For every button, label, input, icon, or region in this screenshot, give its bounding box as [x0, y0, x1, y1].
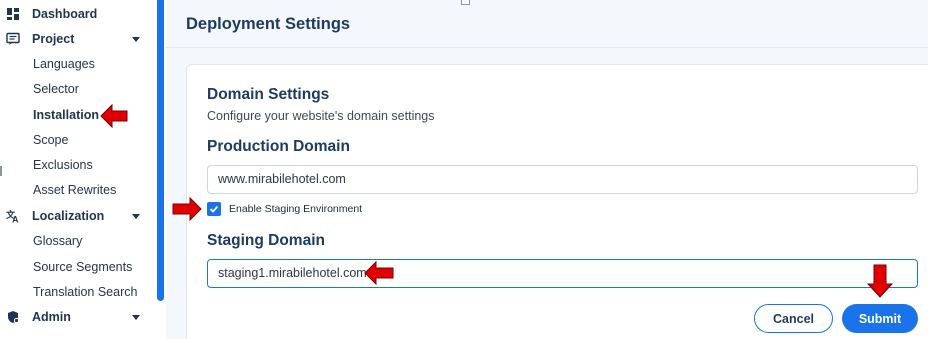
production-domain-input[interactable]: www.mirabilehotel.com: [207, 165, 918, 194]
page-title: Deployment Settings: [186, 15, 351, 33]
section-heading-domain-settings: Domain Settings: [207, 86, 330, 103]
sidebar-item-exclusions[interactable]: Exclusions: [0, 154, 157, 176]
chevron-down-icon: [132, 214, 140, 219]
sidebar-item-label: Languages: [33, 57, 95, 71]
staging-domain-input[interactable]: staging1.mirabilehotel.com: [207, 259, 918, 288]
sidebar-item-project[interactable]: Project: [0, 28, 157, 50]
dashboard-icon: [6, 7, 20, 21]
sidebar-item-label: Dashboard: [32, 7, 98, 21]
annotation-arrow-down-icon: [866, 264, 894, 298]
sidebar-item-label: Selector: [33, 82, 79, 96]
translate-icon: 文A: [5, 209, 20, 225]
project-icon: [6, 32, 20, 46]
submit-button[interactable]: Submit: [842, 304, 918, 333]
staging-domain-label: Staging Domain: [207, 232, 325, 249]
chevron-down-icon: [132, 315, 140, 320]
divider: [166, 47, 928, 48]
cancel-button[interactable]: Cancel: [754, 304, 833, 333]
sidebar-item-source-segments[interactable]: Source Segments: [0, 256, 157, 278]
sidebar-item-label: Installation: [33, 108, 99, 122]
admin-shield-icon: [6, 310, 20, 324]
sidebar-item-label: Source Segments: [33, 260, 133, 274]
sidebar-scrollbar[interactable]: [157, 0, 164, 301]
sidebar-item-label: Project: [32, 32, 75, 46]
svg-text:A: A: [12, 215, 19, 224]
annotation-arrow-right-icon: [172, 196, 202, 222]
sidebar: Dashboard Project Languages Selector Ins…: [0, 0, 157, 339]
sidebar-item-label: Asset Rewrites: [33, 183, 117, 197]
sidebar-item-label: Localization: [32, 209, 105, 223]
annotation-arrow-left-icon: [100, 103, 128, 129]
sidebar-item-label: Glossary: [33, 234, 83, 248]
sidebar-item-translation-search[interactable]: Translation Search: [0, 281, 157, 303]
enable-staging-checkbox[interactable]: [207, 202, 221, 216]
edge-marker: [461, 0, 470, 5]
section-description: Configure your website's domain settings: [207, 109, 435, 123]
sidebar-item-dashboard[interactable]: Dashboard: [0, 3, 157, 25]
sidebar-item-scope[interactable]: Scope: [0, 129, 157, 151]
sidebar-item-glossary[interactable]: Glossary: [0, 230, 157, 252]
sidebar-item-label: Exclusions: [33, 158, 93, 172]
enable-staging-label[interactable]: Enable Staging Environment: [229, 202, 362, 216]
sidebar-item-localization[interactable]: 文A Localization: [0, 205, 157, 227]
sidebar-item-installation[interactable]: Installation: [0, 104, 157, 126]
checkmark-icon: [209, 205, 219, 213]
sidebar-item-label: Translation Search: [33, 285, 138, 299]
sidebar-item-languages[interactable]: Languages: [0, 53, 157, 75]
chevron-down-icon: [132, 37, 140, 42]
production-domain-label: Production Domain: [207, 138, 350, 155]
sidebar-item-asset-rewrites[interactable]: Asset Rewrites: [0, 179, 157, 201]
sidebar-item-admin[interactable]: Admin: [0, 306, 157, 328]
sidebar-item-label: Admin: [32, 310, 71, 324]
sidebar-item-selector[interactable]: Selector: [0, 78, 157, 100]
annotation-arrow-left-icon: [364, 260, 394, 286]
sidebar-item-label: Scope: [33, 133, 69, 147]
